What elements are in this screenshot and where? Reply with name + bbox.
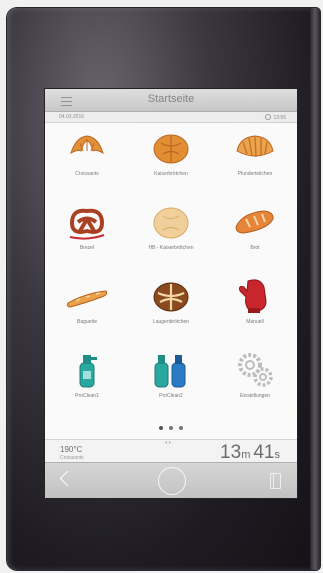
program-tile[interactable]: ProClean1: [45, 349, 129, 407]
cleaner-bottle-icon: [79, 355, 97, 388]
oven-mitt-icon: [239, 279, 267, 313]
bread-icon: [235, 210, 274, 234]
more-indicator: ••: [165, 440, 172, 447]
program-tile[interactable]: Croissants: [45, 127, 129, 185]
program-tile[interactable]: Brezel: [45, 201, 129, 259]
program-tile-label: Brezel: [79, 245, 95, 251]
roll-icon: [153, 134, 189, 164]
bun-icon: [153, 207, 189, 239]
program-tile-label: Brot: [250, 245, 260, 251]
touch-screen: Startseite 04.03.2016 13:56 Croissants Ka…: [45, 89, 297, 498]
program-tile-label: Laugenbrötchen: [152, 319, 190, 325]
status-time: 13:56: [265, 114, 286, 121]
program-tile[interactable]: Kaiserbrötchen: [129, 127, 213, 185]
program-tile-label: Kaiserbrötchen: [154, 171, 188, 177]
program-tile[interactable]: ProClean2: [129, 349, 213, 407]
program-tile[interactable]: Manuell: [213, 275, 297, 333]
program-tile-label: ProClean2: [159, 393, 183, 399]
program-tile-label: Croissants: [75, 171, 99, 177]
back-icon[interactable]: [59, 470, 76, 487]
program-tile[interactable]: HB - Kaiserbrötchen: [129, 201, 213, 259]
program-tile[interactable]: Einstellungen: [213, 349, 297, 407]
status-date: 04.03.2016: [59, 114, 85, 120]
program-tile[interactable]: Brot: [213, 201, 297, 259]
program-tile-label: Plunderteilchen: [237, 171, 273, 177]
page-title: Startseite: [147, 93, 195, 105]
program-tile[interactable]: Plunderteilchen: [213, 127, 297, 185]
program-tile[interactable]: Baguette: [45, 275, 129, 333]
program-tile[interactable]: Laugenbrötchen: [129, 275, 213, 333]
nav-bar: [45, 462, 297, 498]
program-tile-label: Manuell: [246, 319, 264, 325]
home-button[interactable]: [158, 467, 186, 495]
bake-timer: 13m 41s: [220, 442, 283, 464]
timer-seconds-unit: s: [274, 449, 281, 461]
page-indicator: [45, 417, 297, 430]
timer-minutes-unit: m: [241, 449, 251, 461]
oven-temperature: 190°C: [60, 445, 83, 454]
page-dot[interactable]: [179, 426, 183, 430]
gears-icon: [238, 353, 273, 387]
timer-minutes: 13: [220, 442, 242, 463]
program-tile-label: Baguette: [76, 319, 98, 325]
cleaner-bottles-icon: [154, 355, 186, 388]
program-tile-label: HB - Kaiserbrötchen: [148, 245, 194, 251]
program-tile-label: Einstellungen: [239, 393, 271, 399]
title-bar: Startseite: [45, 89, 297, 112]
croissant-icon: [70, 135, 104, 155]
program-tile-label: ProClean1: [75, 393, 99, 399]
status-bar: 04.03.2016 13:56: [45, 112, 297, 123]
page-dot[interactable]: [169, 426, 173, 430]
device-side-edge: [310, 8, 320, 570]
baguette-icon: [66, 290, 108, 308]
pretzel-icon: [69, 208, 105, 240]
lye-roll-icon: [153, 282, 189, 312]
recent-apps-icon[interactable]: [270, 473, 281, 489]
active-program: Croissants: [60, 455, 84, 461]
page-dot[interactable]: [159, 426, 163, 430]
timer-seconds: 41: [253, 442, 275, 463]
pastry-icon: [236, 135, 274, 158]
bake-status-panel: 190°C Croissants •• 13m 41s: [45, 439, 297, 464]
